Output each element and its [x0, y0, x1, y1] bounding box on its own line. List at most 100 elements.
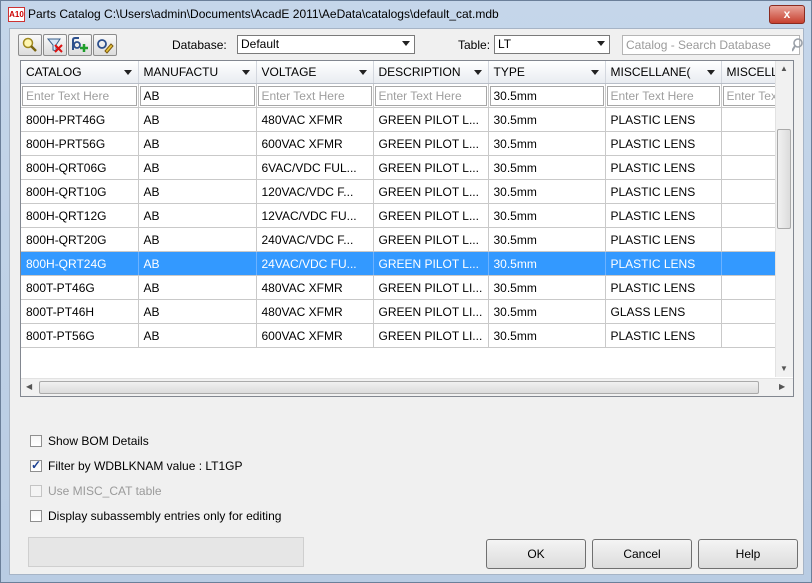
- table-row[interactable]: 800T-PT46G AB 480VAC XFMR GREEN PILOT LI...…: [21, 275, 787, 300]
- checkbox-box[interactable]: [30, 434, 42, 447]
- checkbox-box[interactable]: [30, 458, 42, 472]
- table-cell[interactable]: PLASTIC LENS: [605, 203, 722, 228]
- table-cell[interactable]: AB: [138, 299, 257, 324]
- table-cell[interactable]: 30.5mm: [488, 131, 606, 156]
- table-row[interactable]: 800T-PT46H AB 480VAC XFMR GREEN PILOT LI...…: [21, 299, 787, 324]
- table-cell[interactable]: 24VAC/VDC FU...: [256, 251, 374, 276]
- table-cell[interactable]: 800H-PRT56G: [21, 131, 139, 156]
- table-cell[interactable]: GLASS LENS: [605, 299, 722, 324]
- table-cell[interactable]: 120VAC/VDC F...: [256, 179, 374, 204]
- table-cell[interactable]: PLASTIC LENS: [605, 251, 722, 276]
- catalog-search-input[interactable]: Catalog - Search Database: [622, 35, 800, 55]
- table-cell[interactable]: AB: [138, 107, 257, 132]
- table-row[interactable]: 800H-QRT10G AB 120VAC/VDC F... GREEN PILOT …: [21, 179, 787, 204]
- table-cell[interactable]: AB: [138, 275, 257, 300]
- table-cell[interactable]: 800H-QRT24G: [21, 251, 139, 276]
- scroll-right-icon[interactable]: ▶: [779, 382, 785, 391]
- table-cell[interactable]: 12VAC/VDC FU...: [256, 203, 374, 228]
- table-cell[interactable]: AB: [138, 131, 257, 156]
- table-cell[interactable]: GREEN PILOT L...: [373, 131, 489, 156]
- ok-button[interactable]: OK: [486, 539, 586, 569]
- search-icon[interactable]: [792, 37, 806, 53]
- filter-input[interactable]: Enter Text Here: [257, 85, 372, 106]
- filter-wdblknam-checkbox[interactable]: Filter by WDBLKNAM value : LT1GP: [30, 458, 243, 475]
- table-cell[interactable]: GREEN PILOT L...: [373, 203, 489, 228]
- filter-input[interactable]: AB: [139, 85, 255, 106]
- table-cell[interactable]: 800T-PT56G: [21, 323, 139, 348]
- column-header[interactable]: MISCELLANE(: [605, 61, 722, 84]
- database-select[interactable]: Default: [237, 35, 415, 54]
- horizontal-scroll-thumb[interactable]: [39, 381, 759, 394]
- scroll-up-icon[interactable]: ▲: [780, 64, 788, 73]
- filter-dropdown-icon[interactable]: [473, 70, 482, 75]
- table-cell[interactable]: 30.5mm: [488, 251, 606, 276]
- table-cell[interactable]: 480VAC XFMR: [256, 299, 374, 324]
- edit-record-button[interactable]: [93, 34, 117, 56]
- filter-dropdown-icon[interactable]: [706, 70, 715, 75]
- table-cell[interactable]: 30.5mm: [488, 107, 606, 132]
- table-cell[interactable]: PLASTIC LENS: [605, 107, 722, 132]
- table-cell[interactable]: 600VAC XFMR: [256, 131, 374, 156]
- column-header[interactable]: VOLTAGE: [256, 61, 374, 84]
- table-cell[interactable]: 800H-PRT46G: [21, 107, 139, 132]
- table-cell[interactable]: AB: [138, 323, 257, 348]
- vertical-scrollbar[interactable]: ▲ ▼: [775, 61, 793, 377]
- column-header[interactable]: DESCRIPTION: [373, 61, 489, 84]
- table-row[interactable]: 800H-QRT12G AB 12VAC/VDC FU... GREEN PILOT …: [21, 203, 787, 228]
- table-cell[interactable]: GREEN PILOT L...: [373, 155, 489, 180]
- close-button[interactable]: x: [769, 5, 805, 24]
- table-cell[interactable]: 30.5mm: [488, 227, 606, 252]
- table-cell[interactable]: GREEN PILOT L...: [373, 227, 489, 252]
- delete-record-button[interactable]: [43, 34, 67, 56]
- table-cell[interactable]: 30.5mm: [488, 299, 606, 324]
- filter-input[interactable]: 30.5mm: [489, 85, 604, 106]
- scroll-left-icon[interactable]: ◀: [26, 382, 32, 391]
- horizontal-scrollbar[interactable]: ◀ ▶: [21, 378, 793, 396]
- filter-input[interactable]: Enter Text Here: [606, 85, 720, 106]
- table-cell[interactable]: 30.5mm: [488, 323, 606, 348]
- table-row[interactable]: 800H-QRT20G AB 240VAC/VDC F... GREEN PILOT …: [21, 227, 787, 252]
- filter-dropdown-icon[interactable]: [123, 70, 132, 75]
- table-row[interactable]: 800H-QRT24G AB 24VAC/VDC FU... GREEN PILOT …: [21, 251, 787, 276]
- table-cell[interactable]: AB: [138, 227, 257, 252]
- table-cell[interactable]: 800T-PT46H: [21, 299, 139, 324]
- table-row[interactable]: 800H-QRT06G AB 6VAC/VDC FUL... GREEN PILOT …: [21, 155, 787, 180]
- filter-dropdown-icon[interactable]: [358, 70, 367, 75]
- table-cell[interactable]: 30.5mm: [488, 203, 606, 228]
- table-row[interactable]: 800H-PRT46G AB 480VAC XFMR GREEN PILOT L...…: [21, 107, 787, 132]
- table-cell[interactable]: GREEN PILOT L...: [373, 107, 489, 132]
- vertical-scroll-thumb[interactable]: [777, 129, 791, 229]
- table-row[interactable]: 800H-PRT56G AB 600VAC XFMR GREEN PILOT L...…: [21, 131, 787, 156]
- table-cell[interactable]: 480VAC XFMR: [256, 275, 374, 300]
- table-cell[interactable]: PLASTIC LENS: [605, 275, 722, 300]
- table-select[interactable]: LT: [494, 35, 610, 54]
- table-cell[interactable]: AB: [138, 251, 257, 276]
- table-cell[interactable]: 600VAC XFMR: [256, 323, 374, 348]
- table-cell[interactable]: GREEN PILOT LI...: [373, 275, 489, 300]
- filter-dropdown-icon[interactable]: [241, 70, 250, 75]
- table-cell[interactable]: GREEN PILOT L...: [373, 251, 489, 276]
- filter-input[interactable]: Enter Text Here: [22, 85, 137, 106]
- table-cell[interactable]: 30.5mm: [488, 155, 606, 180]
- table-cell[interactable]: GREEN PILOT LI...: [373, 299, 489, 324]
- checkbox-box[interactable]: [30, 509, 42, 522]
- table-cell[interactable]: PLASTIC LENS: [605, 179, 722, 204]
- table-cell[interactable]: 800H-QRT12G: [21, 203, 139, 228]
- table-cell[interactable]: 30.5mm: [488, 275, 606, 300]
- filter-dropdown-icon[interactable]: [590, 70, 599, 75]
- table-cell[interactable]: AB: [138, 179, 257, 204]
- subassembly-checkbox[interactable]: Display subassembly entries only for edi…: [30, 509, 281, 525]
- table-cell[interactable]: GREEN PILOT LI...: [373, 323, 489, 348]
- table-cell[interactable]: 800H-QRT20G: [21, 227, 139, 252]
- table-cell[interactable]: GREEN PILOT L...: [373, 179, 489, 204]
- table-cell[interactable]: 800H-QRT06G: [21, 155, 139, 180]
- table-cell[interactable]: 480VAC XFMR: [256, 107, 374, 132]
- table-cell[interactable]: 6VAC/VDC FUL...: [256, 155, 374, 180]
- table-cell[interactable]: 800T-PT46G: [21, 275, 139, 300]
- table-cell[interactable]: PLASTIC LENS: [605, 323, 722, 348]
- table-cell[interactable]: 240VAC/VDC F...: [256, 227, 374, 252]
- table-cell[interactable]: 800H-QRT10G: [21, 179, 139, 204]
- table-row[interactable]: 800T-PT56G AB 600VAC XFMR GREEN PILOT LI...…: [21, 323, 787, 348]
- cancel-button[interactable]: Cancel: [592, 539, 692, 569]
- table-cell[interactable]: PLASTIC LENS: [605, 131, 722, 156]
